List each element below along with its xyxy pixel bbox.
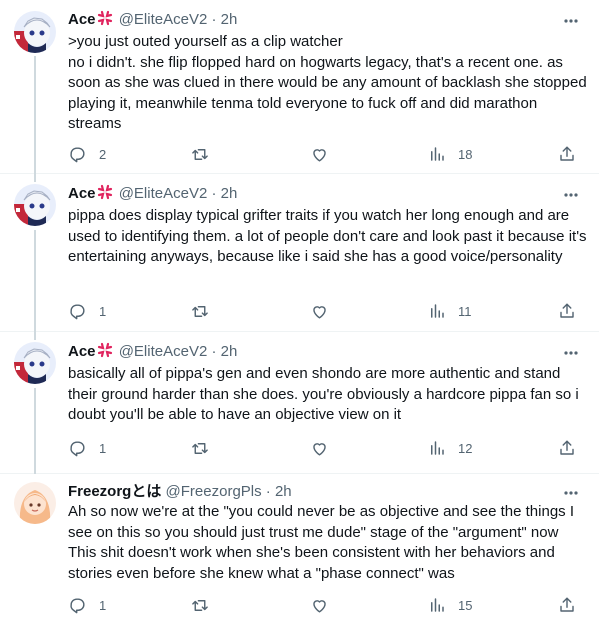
tweet-header: Freezorgとは @FreezorgPls · 2h: [68, 482, 579, 502]
thread-line: [34, 388, 36, 474]
anger-emoji-icon: [97, 184, 113, 206]
tweet-text: Ah so now we're at the "you could never …: [68, 503, 579, 582]
separator-dot: ·: [211, 185, 217, 202]
share-button[interactable]: [558, 301, 576, 321]
tweet-actions: 1 11: [68, 301, 599, 321]
share-button[interactable]: [558, 595, 576, 615]
retweet-icon: [190, 302, 210, 321]
views-icon: [428, 596, 446, 614]
views-count: 15: [458, 597, 473, 613]
timestamp[interactable]: 2h: [221, 343, 238, 360]
views-button[interactable]: 18: [428, 144, 472, 164]
tweet-header: Ace @EliteAceV2 · 2h: [68, 10, 579, 30]
reply-icon: [68, 302, 87, 321]
views-count: 18: [458, 146, 473, 162]
timestamp[interactable]: 2h: [221, 11, 238, 28]
anger-emoji-icon: [97, 10, 113, 32]
reply-button[interactable]: 1: [68, 438, 106, 458]
views-icon: [428, 302, 446, 320]
reply-count: 1: [99, 303, 107, 319]
tweet-text: basically all of pippa's gen and even sh…: [68, 365, 583, 423]
reply-icon: [68, 596, 87, 615]
like-button[interactable]: [310, 438, 341, 458]
like-button[interactable]: [310, 144, 341, 164]
timestamp[interactable]: 2h: [221, 185, 238, 202]
more-icon[interactable]: [563, 346, 579, 360]
reply-count: 1: [99, 597, 107, 613]
tweet-header: Ace @EliteAceV2 · 2h: [68, 184, 579, 204]
avatar[interactable]: [14, 342, 56, 384]
views-icon: [428, 439, 446, 457]
user-handle[interactable]: @EliteAceV2: [119, 343, 208, 360]
reply-button[interactable]: 2: [68, 144, 106, 164]
like-icon: [310, 439, 329, 458]
share-icon: [558, 439, 576, 457]
like-icon: [310, 596, 329, 615]
views-button[interactable]: 12: [428, 438, 472, 458]
user-handle[interactable]: @EliteAceV2: [119, 11, 208, 28]
display-name[interactable]: Ace: [68, 343, 96, 360]
reply-button[interactable]: 1: [68, 595, 106, 615]
tweet-actions: 1 12: [68, 438, 599, 458]
avatar[interactable]: [14, 11, 56, 53]
more-icon[interactable]: [563, 14, 579, 28]
share-icon: [558, 596, 576, 614]
separator-dot: ·: [211, 343, 217, 360]
retweet-icon: [190, 439, 210, 458]
share-button[interactable]: [558, 438, 576, 458]
views-count: 12: [458, 440, 473, 456]
retweet-icon: [190, 596, 210, 615]
tweet-text: >you just outed yourself as a clip watch…: [68, 33, 587, 132]
more-icon[interactable]: [563, 486, 579, 500]
tweet-actions: 2 18: [68, 144, 599, 164]
thread-line: [34, 56, 36, 174]
like-button[interactable]: [310, 301, 341, 321]
retweet-button[interactable]: [190, 438, 222, 458]
like-icon: [310, 145, 329, 164]
tweet[interactable]: Ace @EliteAceV2 · 2h >you just outed you…: [0, 0, 599, 174]
tweet-text: pippa does display typical grifter trait…: [68, 207, 591, 265]
share-button[interactable]: [558, 144, 576, 164]
thread-line: [34, 230, 36, 332]
tweet[interactable]: Ace @EliteAceV2 · 2h pippa does display …: [0, 174, 599, 332]
share-icon: [558, 302, 576, 320]
retweet-button[interactable]: [190, 144, 222, 164]
retweet-icon: [190, 145, 210, 164]
display-name[interactable]: Ace: [68, 185, 96, 202]
user-handle[interactable]: @EliteAceV2: [119, 185, 208, 202]
retweet-button[interactable]: [190, 595, 222, 615]
like-button[interactable]: [310, 595, 341, 615]
more-icon[interactable]: [563, 188, 579, 202]
retweet-button[interactable]: [190, 301, 222, 321]
separator-dot: ·: [211, 11, 217, 28]
views-button[interactable]: 15: [428, 595, 472, 615]
reply-icon: [68, 145, 87, 164]
views-button[interactable]: 11: [428, 301, 472, 321]
reply-icon: [68, 439, 87, 458]
avatar[interactable]: [14, 184, 56, 226]
tweet-actions: 1 15: [68, 595, 599, 615]
display-name[interactable]: Ace: [68, 11, 96, 28]
anger-emoji-icon: [97, 342, 113, 364]
user-handle[interactable]: @FreezorgPls: [166, 483, 262, 500]
thread-line: [34, 332, 36, 340]
like-icon: [310, 302, 329, 321]
tweet-feed: Ace @EliteAceV2 · 2h >you just outed you…: [0, 0, 599, 636]
views-count: 11: [458, 303, 472, 319]
views-icon: [428, 145, 446, 163]
tweet-header: Ace @EliteAceV2 · 2h: [68, 342, 579, 362]
reply-count: 1: [99, 440, 107, 456]
thread-line: [34, 174, 36, 182]
separator-dot: ·: [265, 483, 271, 500]
tweet[interactable]: Freezorgとは @FreezorgPls · 2h Ah so now w…: [0, 474, 599, 636]
reply-count: 2: [99, 146, 107, 162]
avatar[interactable]: [14, 482, 56, 524]
tweet[interactable]: Ace @EliteAceV2 · 2h basically all of pi…: [0, 332, 599, 474]
display-name[interactable]: Freezorgとは: [68, 483, 161, 500]
reply-button[interactable]: 1: [68, 301, 106, 321]
timestamp[interactable]: 2h: [275, 483, 292, 500]
share-icon: [558, 145, 576, 163]
